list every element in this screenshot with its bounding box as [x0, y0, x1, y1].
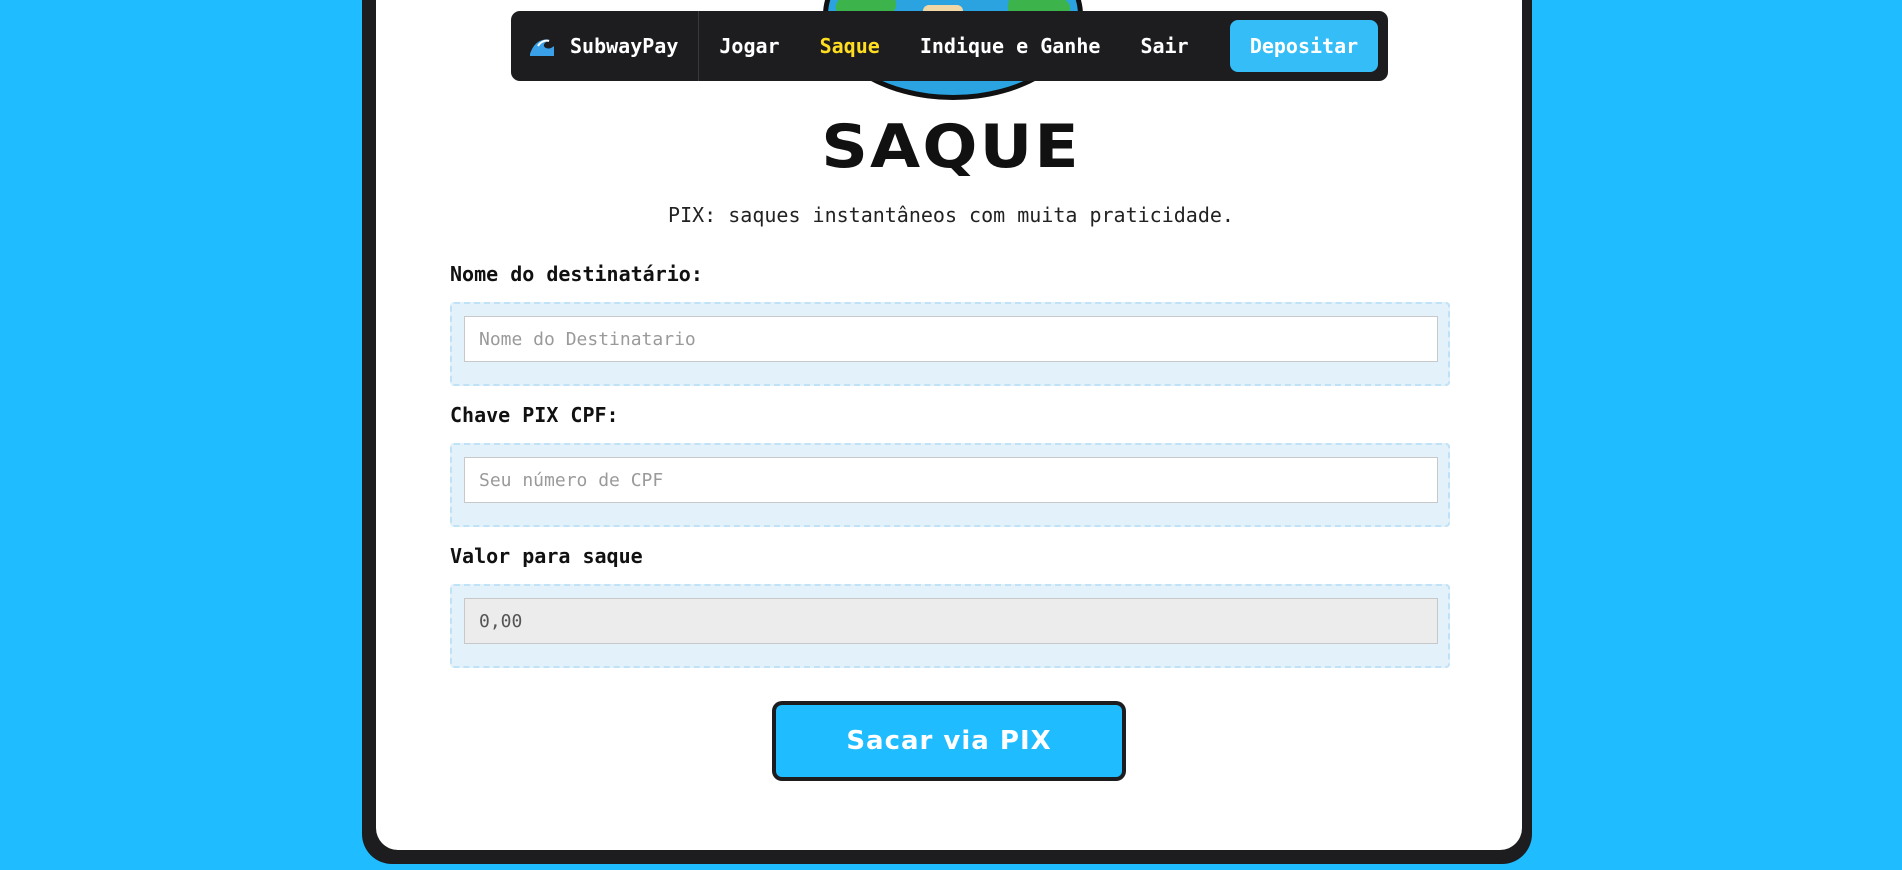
nav-link-jogar[interactable]: Jogar — [719, 34, 779, 58]
pix-cpf-wrapper — [450, 443, 1450, 527]
nav-link-saque[interactable]: Saque — [820, 34, 880, 58]
brand-name: SubwayPay — [570, 34, 679, 58]
pix-cpf-input[interactable] — [464, 457, 1438, 503]
withdraw-amount-label: Valor para saque — [450, 544, 643, 568]
withdraw-pix-button[interactable]: Sacar via PIX — [772, 701, 1126, 781]
withdraw-amount-wrapper — [450, 584, 1450, 668]
recipient-name-input[interactable] — [464, 316, 1438, 362]
brand-link[interactable]: SubwayPay — [528, 11, 700, 81]
recipient-name-wrapper — [450, 302, 1450, 386]
pix-cpf-label: Chave PIX CPF: — [450, 403, 619, 427]
nav-link-sair[interactable]: Sair — [1140, 34, 1188, 58]
wave-logo-icon — [530, 39, 554, 56]
page-title: SAQUE — [821, 112, 1081, 182]
recipient-name-label: Nome do destinatário: — [450, 262, 703, 286]
nav-link-indique-e-ganhe[interactable]: Indique e Ganhe — [920, 34, 1101, 58]
top-navbar: SubwayPay Jogar Saque Indique e Ganhe Sa… — [511, 11, 1388, 81]
deposit-button[interactable]: Depositar — [1230, 20, 1378, 72]
page-subtitle: PIX: saques instantâneos com muita prati… — [668, 203, 1234, 227]
withdraw-pix-button-label: Sacar via PIX — [776, 705, 1122, 777]
withdraw-amount-input[interactable] — [464, 598, 1438, 644]
